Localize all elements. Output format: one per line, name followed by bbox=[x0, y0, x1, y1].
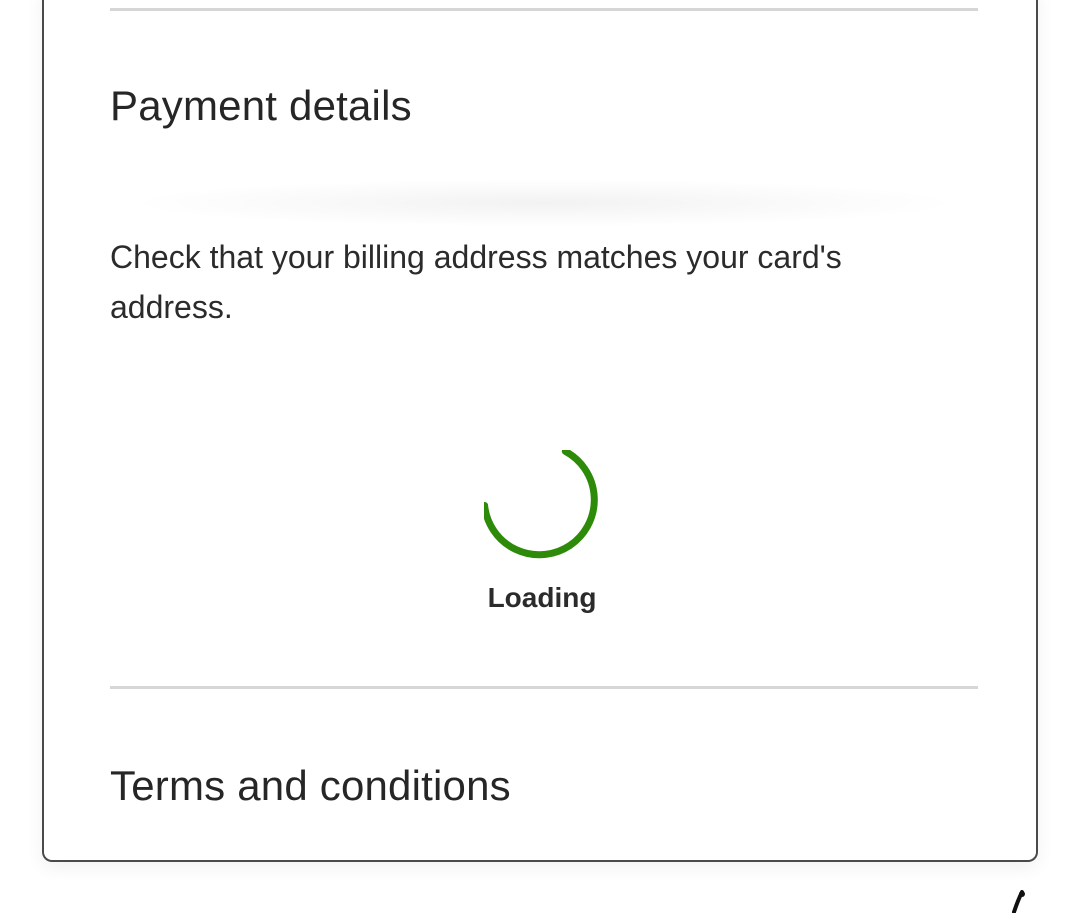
section-divider-top bbox=[110, 8, 978, 11]
section-divider-middle bbox=[110, 686, 978, 689]
terms-and-conditions-heading[interactable]: Terms and conditions bbox=[110, 762, 511, 810]
checkout-card: Payment details Check that your billing … bbox=[42, 0, 1038, 862]
checkout-page: Payment details Check that your billing … bbox=[0, 0, 1080, 913]
payment-details-heading: Payment details bbox=[110, 82, 412, 129]
loading-label: Loading bbox=[487, 582, 597, 613]
billing-address-notice: Check that your billing address matches … bbox=[110, 239, 842, 325]
partial-cursor-icon bbox=[1008, 890, 1028, 913]
loading-spinner-icon bbox=[484, 450, 604, 570]
header-shadow-decoration bbox=[144, 180, 944, 226]
